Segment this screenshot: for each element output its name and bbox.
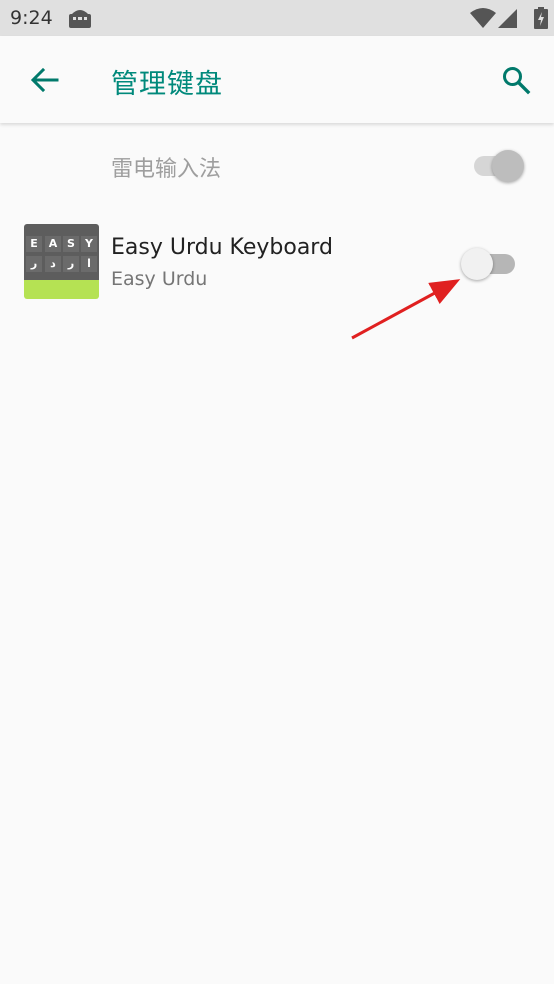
keyboard-row-easy-urdu[interactable]: E A S Y ر د ر ا Easy Urdu Keyboard Easy … (0, 205, 554, 320)
icon-green-bar (24, 280, 99, 299)
icon-key: S (63, 236, 79, 252)
icon-key: د (45, 256, 61, 272)
switch-thumb (461, 248, 493, 280)
status-bar: 9:24 (0, 0, 554, 36)
app-bar: 管理键盘 (0, 36, 554, 123)
cell-signal-icon (498, 9, 517, 28)
keyboard-row-thunder[interactable]: 雷电输入法 (0, 124, 554, 204)
icon-key: Y (81, 236, 97, 252)
android-icon (69, 10, 91, 28)
keyboard-title: Easy Urdu Keyboard (111, 235, 333, 260)
search-button[interactable] (496, 60, 536, 100)
back-button[interactable] (24, 62, 64, 98)
arrow-back-icon (30, 67, 59, 93)
icon-key: E (26, 236, 42, 252)
icon-key: ا (81, 256, 97, 272)
page-title: 管理键盘 (111, 69, 223, 100)
icon-key: ر (63, 256, 79, 272)
icon-key: A (45, 236, 61, 252)
keyboard-summary: Easy Urdu (111, 268, 208, 290)
wifi-icon (470, 8, 496, 28)
keyboard-toggle-thunder[interactable] (470, 146, 526, 182)
keyboard-title: 雷电输入法 (111, 157, 222, 182)
status-time: 9:24 (10, 7, 53, 29)
search-icon (503, 67, 531, 95)
icon-keys-area: E A S Y ر د ر ا (24, 224, 99, 280)
icon-key: ر (26, 256, 42, 272)
battery-icon (534, 7, 548, 29)
keyboard-toggle-easy-urdu[interactable] (459, 244, 515, 280)
switch-thumb (492, 150, 524, 182)
easy-urdu-app-icon: E A S Y ر د ر ا (24, 224, 99, 299)
